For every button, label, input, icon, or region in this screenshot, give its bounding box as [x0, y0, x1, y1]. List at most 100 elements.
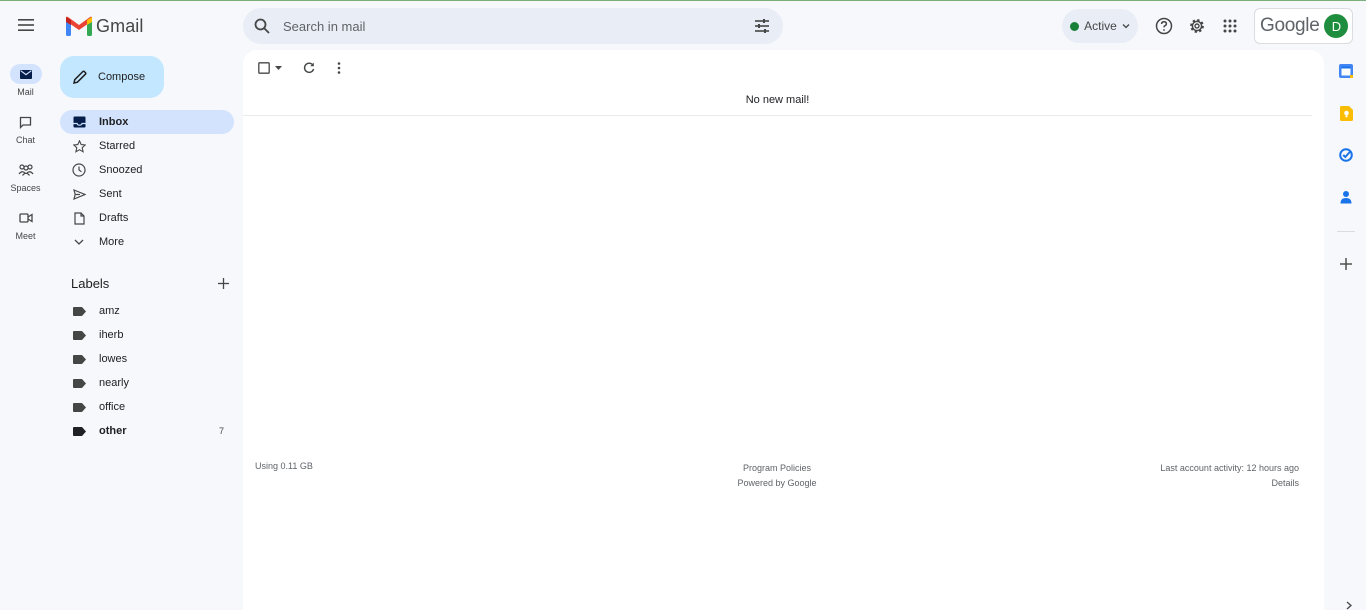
mail-list-panel: No new mail! Using 0.11 GB Program Polic… [243, 50, 1324, 610]
sidebar-item-label: Starred [99, 140, 136, 152]
google-brand: Google [1260, 15, 1320, 36]
sidebar-item-label: Snoozed [99, 164, 143, 176]
label-name: iherb [99, 329, 124, 341]
get-addons-button[interactable] [1337, 255, 1355, 273]
status-indicator-icon [1070, 21, 1080, 31]
rail-item-chat[interactable]: Chat [0, 112, 51, 145]
unread-count: 7 [218, 426, 224, 436]
main-menu-button[interactable] [14, 13, 38, 37]
labels-title: Labels [71, 275, 110, 291]
sidebar-item-starred[interactable]: Starred [60, 134, 234, 158]
label-name: other [99, 425, 127, 437]
send-icon [72, 188, 86, 200]
select-all-checkbox[interactable] [255, 60, 285, 76]
google-account-button[interactable]: Google D [1254, 8, 1353, 44]
rail-item-meet[interactable]: Meet [0, 208, 51, 241]
label-tag-icon [72, 306, 86, 316]
meet-icon [18, 213, 33, 223]
sidebar-item-more[interactable]: More [60, 230, 234, 254]
label-item-iherb[interactable]: iherb [60, 323, 234, 347]
google-apps-button[interactable] [1219, 15, 1241, 37]
rail-item-spaces[interactable]: Spaces [0, 160, 51, 193]
label-tag-icon [72, 354, 86, 364]
contacts-icon [1340, 191, 1352, 204]
chevron-down-icon [1122, 24, 1130, 29]
clock-icon [72, 163, 86, 177]
refresh-button[interactable] [301, 60, 317, 76]
label-item-nearly[interactable]: nearly [60, 371, 234, 395]
search-input[interactable] [271, 8, 753, 44]
compose-label: Compose [98, 71, 146, 83]
search-icon[interactable] [253, 17, 271, 35]
account-activity: Last account activity: 12 hours ago Deta… [1160, 461, 1299, 491]
tasks-addon[interactable] [1337, 146, 1355, 164]
chevron-down-icon [74, 239, 84, 245]
details-link[interactable]: Details [1160, 476, 1299, 491]
apps-grid-icon [1223, 19, 1237, 33]
label-tag-icon [72, 378, 86, 388]
label-name: nearly [99, 377, 129, 389]
sidebar-item-sent[interactable]: Sent [60, 182, 234, 206]
label-name: amz [99, 305, 120, 317]
contacts-addon[interactable] [1337, 188, 1355, 206]
add-label-icon[interactable] [218, 277, 229, 289]
label-tag-icon [72, 402, 86, 412]
label-tag-icon [72, 330, 86, 340]
calendar-addon[interactable] [1337, 62, 1355, 80]
mail-icon [19, 69, 32, 79]
app-name: Gmail [96, 15, 144, 36]
label-item-lowes[interactable]: lowes [60, 347, 234, 371]
draft-icon [73, 211, 85, 225]
more-options-button[interactable] [331, 60, 347, 76]
chat-icon [19, 116, 32, 129]
rail-label-meet: Meet [15, 231, 36, 241]
help-icon [1155, 17, 1173, 35]
label-item-other[interactable]: other 7 [60, 419, 234, 443]
search-bar[interactable] [243, 8, 783, 44]
label-item-office[interactable]: office [60, 395, 234, 419]
side-panel-divider [1337, 231, 1355, 232]
last-activity-text: Last account activity: 12 hours ago [1160, 463, 1299, 473]
pencil-icon [72, 70, 87, 85]
sidebar-item-label: Sent [99, 188, 122, 200]
caret-down-icon [275, 66, 282, 70]
sidebar-item-inbox[interactable]: Inbox [60, 110, 234, 134]
search-options-icon[interactable] [753, 17, 771, 35]
storage-usage: Using 0.11 GB [255, 461, 313, 471]
sidebar-item-label: More [99, 236, 125, 248]
spaces-icon [18, 164, 33, 176]
program-policies-link[interactable]: Program Policies [727, 461, 827, 476]
settings-button[interactable] [1186, 15, 1208, 37]
inbox-icon [73, 116, 85, 128]
rail-item-mail[interactable]: Mail [0, 64, 51, 97]
gmail-logo[interactable]: Gmail [66, 14, 144, 38]
checkbox-icon [258, 62, 270, 74]
mail-toolbar [255, 60, 347, 76]
sidebar-item-snoozed[interactable]: Snoozed [60, 158, 234, 182]
tasks-icon [1339, 148, 1353, 162]
label-name: office [99, 401, 126, 413]
more-vert-icon [337, 62, 341, 74]
keep-addon[interactable] [1337, 104, 1355, 122]
avatar: D [1324, 14, 1349, 38]
chevron-right-icon [1346, 601, 1352, 609]
status-label: Active [1084, 19, 1117, 33]
sidebar-item-label: Inbox [99, 116, 129, 128]
compose-button[interactable]: Compose [60, 56, 164, 98]
show-side-panel-button[interactable] [1340, 599, 1358, 610]
status-selector[interactable]: Active [1062, 9, 1138, 43]
label-name: lowes [99, 353, 128, 365]
refresh-icon [303, 62, 315, 74]
hamburger-menu-icon [18, 19, 34, 31]
sidebar-item-drafts[interactable]: Drafts [60, 206, 234, 230]
gear-icon [1190, 19, 1204, 33]
star-icon [72, 139, 86, 153]
labels-header: Labels [71, 274, 229, 292]
calendar-icon [1339, 64, 1353, 78]
plus-icon [1340, 258, 1352, 270]
rail-label-chat: Chat [15, 135, 35, 145]
support-button[interactable] [1153, 15, 1175, 37]
label-item-amz[interactable]: amz [60, 299, 234, 323]
list-divider [243, 115, 1312, 116]
rail-label-spaces: Spaces [10, 183, 41, 193]
